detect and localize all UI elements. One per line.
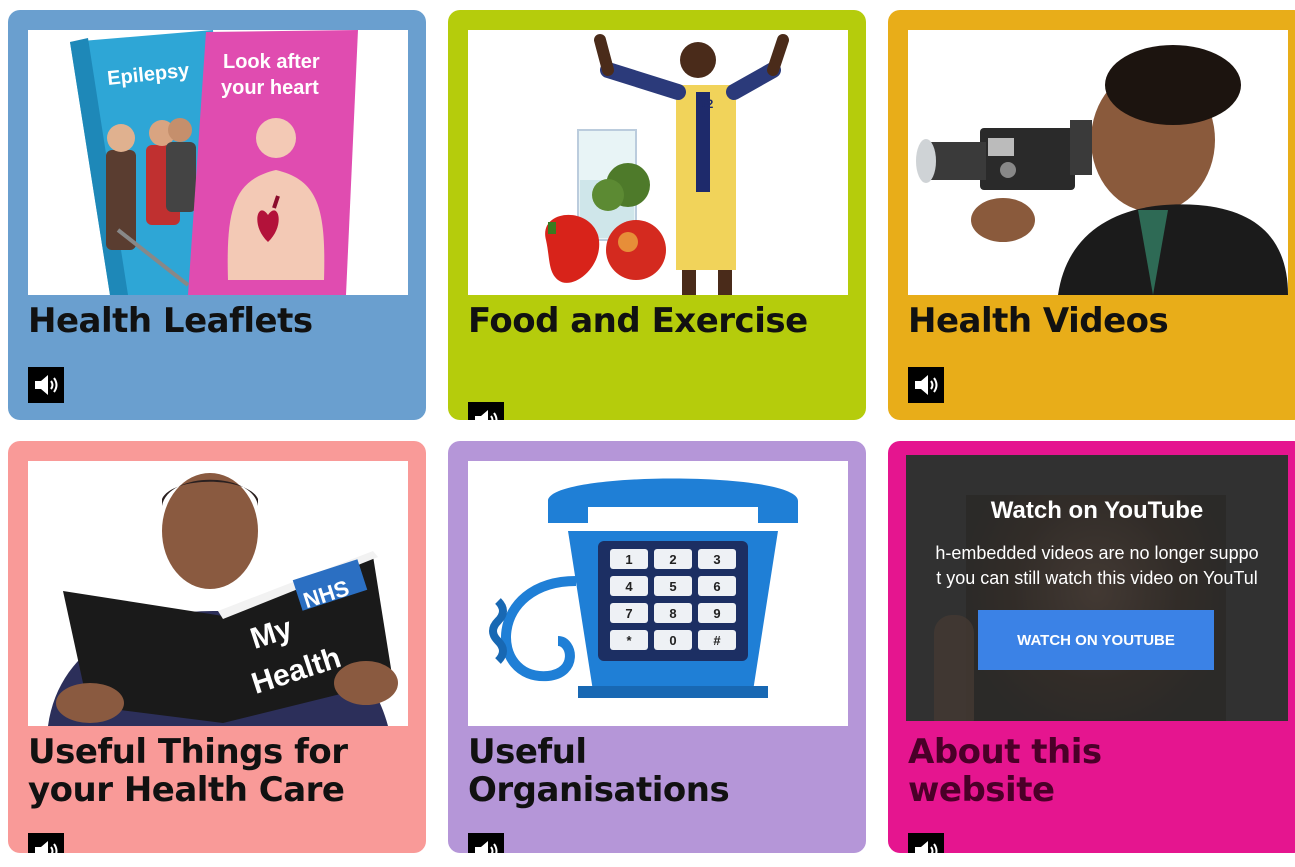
leaflet-right-line2: your heart: [221, 77, 319, 99]
phone-key-label: 4: [625, 579, 633, 594]
card-useful-organisations[interactable]: 1 2 3 4 5 6 7 8 9 * 0 # Useful Organisations: [448, 441, 866, 853]
phone-key-label: 6: [713, 579, 720, 594]
phone-key-label: 0: [669, 633, 676, 648]
health-leaflets-image: Epilepsy Look after your heart: [28, 30, 408, 295]
card-food-and-exercise[interactable]: 12 Food and Exercise: [448, 10, 866, 420]
youtube-title: Watch on YouTube: [990, 497, 1204, 524]
card-health-leaflets[interactable]: Epilepsy Look after your heart Health Le…: [8, 10, 426, 420]
speaker-audio-icon[interactable]: [908, 367, 944, 403]
leaflet-right-line1: Look after: [223, 51, 320, 73]
card-useful-things-health-care[interactable]: NHS My Health Useful Things for your Hea…: [8, 441, 426, 853]
youtube-message-line1: h-embedded videos are no longer suppo: [935, 543, 1259, 563]
card-health-videos[interactable]: Health Videos: [888, 10, 1295, 420]
phone-key-label: 9: [713, 606, 720, 621]
speaker-audio-icon[interactable]: [28, 367, 64, 403]
youtube-message-line2: t you can still watch this video on YouT…: [936, 568, 1258, 588]
phone-key-label: 5: [669, 579, 676, 594]
phone-key-label: #: [713, 633, 721, 648]
video-camera-man-image: [908, 30, 1288, 295]
speaker-audio-icon[interactable]: [468, 402, 504, 420]
phone-key-label: 3: [713, 552, 720, 567]
shirt-number: 12: [700, 97, 714, 111]
phone-key-label: 8: [669, 606, 676, 621]
card-about-this-website[interactable]: Watch on YouTube h-embedded videos are n…: [888, 441, 1295, 853]
card-title: Health Videos: [908, 301, 1169, 341]
speaker-audio-icon[interactable]: [908, 833, 944, 853]
phone-key-label: 2: [669, 552, 676, 567]
card-title: Health Leaflets: [28, 301, 313, 341]
youtube-embed[interactable]: Watch on YouTube h-embedded videos are n…: [906, 455, 1288, 721]
phone-key-label: 1: [625, 552, 632, 567]
watch-on-youtube-button[interactable]: WATCH ON YOUTUBE: [978, 610, 1214, 670]
my-nhs-health-book-image: NHS My Health: [28, 461, 408, 726]
speaker-audio-icon[interactable]: [468, 833, 504, 853]
card-title: About this website: [908, 732, 1102, 810]
card-title: Food and Exercise: [468, 301, 808, 341]
card-title: Useful Things for your Health Care: [28, 732, 348, 810]
speaker-audio-icon[interactable]: [28, 833, 64, 853]
telephone-image: 1 2 3 4 5 6 7 8 9 * 0 #: [468, 461, 848, 726]
food-and-exercise-image: 12: [468, 30, 848, 295]
card-title: Useful Organisations: [468, 732, 730, 810]
phone-key-label: 7: [625, 606, 632, 621]
